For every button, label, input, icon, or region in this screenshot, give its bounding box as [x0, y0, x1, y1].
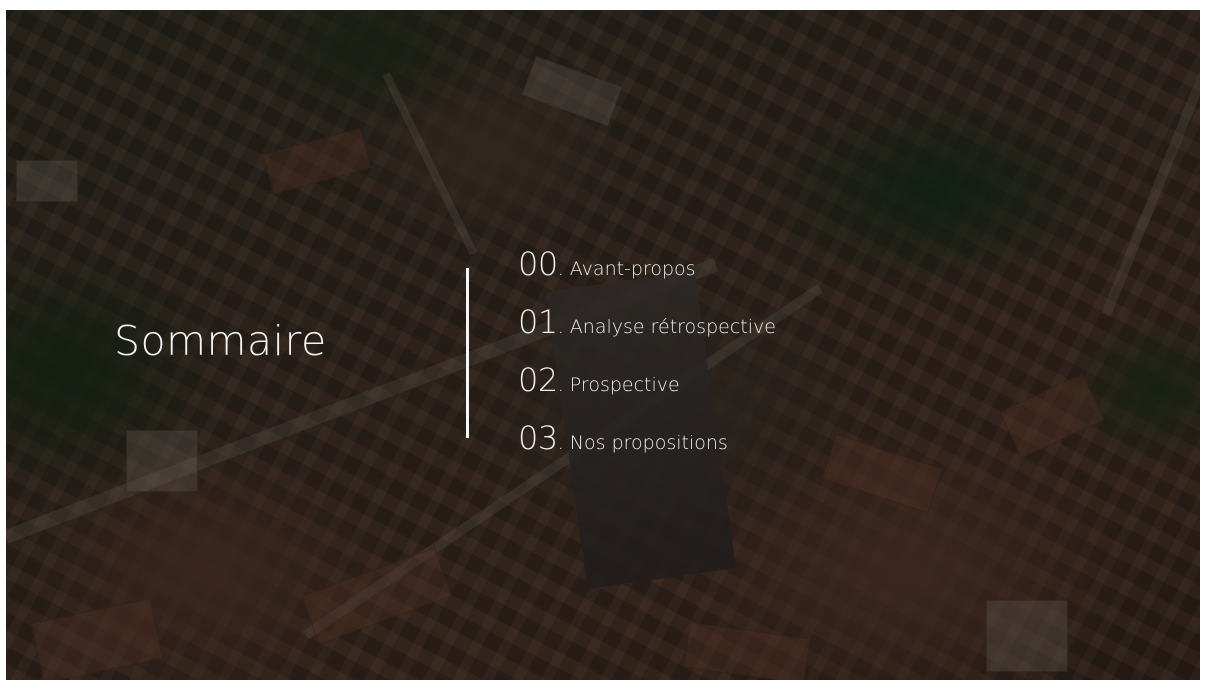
toc-item-01[interactable]: 01 . Analyse rétrospective	[518, 302, 776, 360]
toc-item-label: . Analyse rétrospective	[557, 316, 776, 338]
toc-item-00[interactable]: 00 . Avant-propos	[518, 244, 776, 302]
slide-title: Sommaire	[114, 317, 327, 365]
toc-item-03[interactable]: 03 . Nos propositions	[518, 418, 776, 476]
toc-item-02[interactable]: 02 . Prospective	[518, 360, 776, 418]
toc-item-number: 03	[518, 419, 558, 457]
toc-item-number: 02	[518, 361, 558, 399]
toc-item-label: . Avant-propos	[557, 258, 696, 280]
slide: Sommaire 00 . Avant-propos 01 . Analyse …	[6, 10, 1200, 680]
toc-item-label: . Nos propositions	[557, 432, 728, 454]
vertical-divider	[466, 268, 469, 438]
toc-item-number: 01	[518, 303, 558, 341]
table-of-contents: 00 . Avant-propos 01 . Analyse rétrospec…	[518, 244, 776, 476]
toc-item-number: 00	[518, 245, 558, 283]
toc-item-label: . Prospective	[557, 374, 680, 396]
